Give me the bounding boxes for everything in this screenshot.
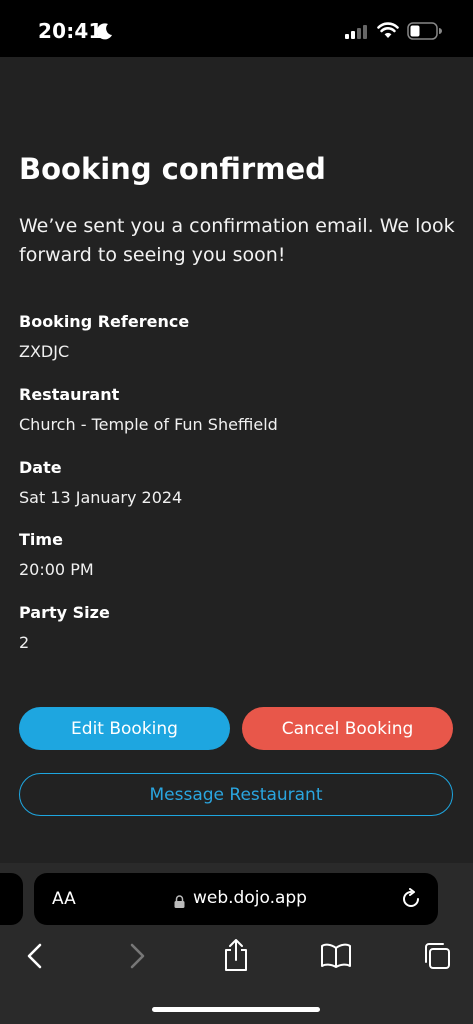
booking-reference-label: Booking Reference [19,312,190,331]
restaurant-label: Restaurant [19,385,120,404]
previous-tab-preview[interactable] [0,873,23,925]
forward-icon[interactable] [126,942,148,974]
booking-reference-value: ZXDJC [19,342,70,361]
share-icon[interactable] [222,938,250,976]
edit-booking-button[interactable]: Edit Booking [19,707,230,750]
battery-icon [407,22,443,44]
status-time: 20:41 [38,19,103,43]
party-size-value: 2 [19,633,30,652]
bookmarks-icon[interactable] [320,943,352,973]
text-size-button[interactable]: AA [52,889,76,909]
text-size-label: AA [52,889,76,909]
booking-confirmation-page: Booking confirmed We’ve sent you a confi… [0,57,473,863]
lock-icon [174,893,185,912]
date-label: Date [19,458,62,477]
tabs-icon[interactable] [422,941,452,975]
cellular-signal-icon [345,24,369,43]
back-icon[interactable] [24,942,46,974]
cancel-booking-button[interactable]: Cancel Booking [242,707,453,750]
time-label: Time [19,530,63,549]
party-size-label: Party Size [19,603,110,622]
date-value: Sat 13 January 2024 [19,488,183,507]
confirmation-message: We’ve sent you a confirmation email. We … [19,215,455,266]
restaurant-value: Church - Temple of Fun Sheffield [19,415,278,434]
moon-icon [96,22,114,44]
url-text: web.dojo.app [193,888,307,908]
browser-toolbar: AA web.dojo.app [0,863,473,1024]
home-indicator [152,1007,320,1012]
page-title: Booking confirmed [19,152,326,186]
message-restaurant-button[interactable]: Message Restaurant [19,773,453,816]
reload-icon[interactable] [400,888,422,914]
wifi-icon [377,22,399,43]
time-value: 20:00 PM [19,560,94,579]
status-bar: 20:41 [0,0,473,57]
address-bar[interactable]: AA web.dojo.app [34,873,438,925]
